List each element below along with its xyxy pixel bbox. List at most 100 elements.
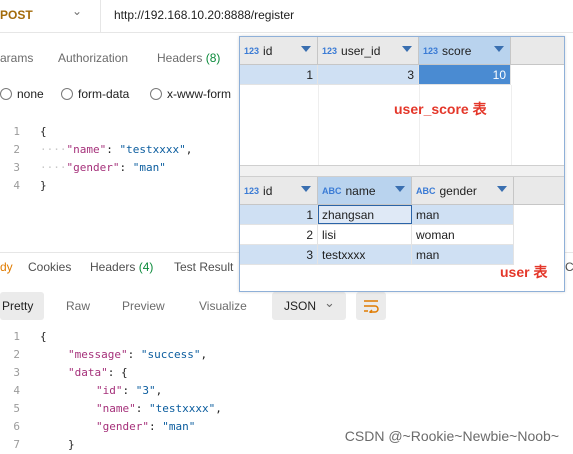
chevron-down-icon[interactable]: ⌄	[72, 4, 82, 18]
tab-label: arams	[0, 51, 34, 65]
pretty-button[interactable]: Pretty	[2, 299, 33, 313]
column-label: score	[442, 43, 472, 58]
code-line: ····"name": "testxxxx",	[40, 143, 193, 156]
table-cell[interactable]: man	[412, 245, 514, 264]
table-cell[interactable]: 3	[318, 65, 419, 84]
tab-count: (8)	[205, 51, 221, 65]
table-cell[interactable]: woman	[412, 225, 514, 244]
tab-cookies[interactable]: Cookies	[28, 260, 71, 274]
table-cell[interactable]: man	[412, 205, 514, 224]
numeric-type-icon: 123	[423, 45, 439, 56]
tab-authorization[interactable]: Authorization	[58, 51, 128, 65]
table-cell[interactable]: 1	[240, 205, 318, 224]
radio-form-data[interactable]: form-data	[61, 87, 129, 101]
sort-arrow-icon[interactable]	[494, 46, 504, 52]
line-number: 3	[13, 366, 20, 379]
table-row[interactable]: 1 zhangsan man	[240, 205, 514, 225]
column-header-name[interactable]: ABC name	[318, 177, 412, 204]
table-caption: user 表	[500, 264, 548, 280]
code-line: "message": "success",	[68, 348, 208, 361]
json-key: "gender"	[96, 420, 149, 433]
tab-response-headers[interactable]: Headers (4)	[90, 260, 153, 274]
radio-none[interactable]: none	[0, 87, 44, 101]
text-type-icon: ABC	[416, 185, 436, 196]
code-brace: }	[68, 438, 75, 451]
url-input[interactable]: http://192.168.10.20:8888/register	[114, 8, 294, 22]
column-header-score[interactable]: 123 score	[419, 37, 511, 64]
column-header-id[interactable]: 123 id	[240, 37, 318, 64]
tab-cut-off[interactable]: C	[565, 260, 573, 274]
radio-label: none	[17, 87, 44, 101]
json-key: "id"	[96, 384, 123, 397]
table-row[interactable]: 3 testxxxx man	[240, 245, 514, 265]
line-number: 5	[13, 402, 20, 415]
tab-params[interactable]: arams	[0, 51, 33, 65]
sort-arrow-icon[interactable]	[301, 186, 311, 192]
json-value: "success"	[140, 348, 201, 361]
json-value: "man"	[162, 420, 196, 433]
column-header-gender[interactable]: ABC gender	[412, 177, 514, 204]
wrap-lines-button[interactable]	[356, 292, 386, 320]
column-label: user_id	[341, 43, 381, 58]
code-line: "gender": "man"	[96, 420, 196, 433]
table-cell-focused[interactable]: zhangsan	[318, 205, 412, 224]
sort-arrow-icon[interactable]	[497, 186, 507, 192]
tab-label: Authorization	[58, 51, 129, 65]
empty-grid-area	[240, 85, 564, 165]
code-brace: {	[40, 125, 47, 138]
code-brace: }	[40, 179, 47, 192]
tab-headers[interactable]: Headers (8)	[157, 51, 220, 65]
sort-arrow-icon[interactable]	[395, 186, 405, 192]
tab-body[interactable]: dy	[0, 260, 13, 274]
visualize-button[interactable]: Visualize	[199, 299, 247, 313]
table-row[interactable]: 2 lisi woman	[240, 225, 514, 245]
radio-label: x-www-form	[167, 87, 231, 101]
language-select[interactable]: JSON ⌄	[272, 292, 346, 320]
sort-arrow-icon[interactable]	[301, 46, 311, 52]
tab-test-results[interactable]: Test Result	[174, 260, 233, 274]
line-number: 4	[13, 179, 20, 192]
table-cell-selected[interactable]: 10	[419, 65, 511, 84]
watermark: CSDN @~Rookie~Newbie~Noob~	[344, 428, 559, 444]
table-cell[interactable]: 3	[240, 245, 318, 264]
line-number: 6	[13, 420, 20, 433]
numeric-type-icon: 123	[322, 45, 338, 56]
sort-arrow-icon[interactable]	[402, 46, 412, 52]
user-header: 123 id ABC name ABC gender	[240, 177, 564, 205]
db-table-panel: 123 id 123 user_id 123 score 1 3 10 user…	[239, 36, 565, 292]
code-line: "id": "3",	[96, 384, 163, 397]
raw-button[interactable]: Raw	[66, 299, 90, 313]
line-number: 2	[13, 143, 20, 156]
radio-circle-icon	[0, 88, 12, 100]
numeric-type-icon: 123	[244, 45, 260, 56]
column-header-user-id[interactable]: 123 user_id	[318, 37, 419, 64]
radio-label: form-data	[78, 87, 130, 101]
json-key: "data"	[68, 366, 108, 379]
column-label: id	[263, 43, 273, 58]
table-cell[interactable]: 2	[240, 225, 318, 244]
radio-x-www-form-urlencoded[interactable]: x-www-form	[150, 87, 231, 101]
tab-label: Headers	[157, 51, 203, 65]
chevron-down-icon: ⌄	[324, 295, 335, 310]
method-select[interactable]: POST	[0, 8, 33, 22]
json-value: "testxxxx"	[119, 143, 186, 156]
json-key: "name"	[66, 143, 107, 156]
preview-button[interactable]: Preview	[122, 299, 165, 313]
table-row[interactable]: 1 3 10	[240, 65, 511, 85]
column-header-id[interactable]: 123 id	[240, 177, 318, 204]
table-cell[interactable]: testxxxx	[318, 245, 412, 264]
line-number: 3	[13, 161, 20, 174]
panel-splitter[interactable]	[240, 165, 564, 177]
column-label: name	[345, 183, 376, 198]
divider	[100, 0, 101, 32]
line-number: 1	[13, 125, 20, 138]
column-label: gender	[439, 183, 477, 198]
radio-circle-icon	[150, 88, 162, 100]
json-key: "message"	[68, 348, 128, 361]
table-cell[interactable]: 1	[240, 65, 318, 84]
table-cell[interactable]: lisi	[318, 225, 412, 244]
text-type-icon: ABC	[322, 185, 342, 196]
numeric-type-icon: 123	[244, 185, 260, 196]
column-label: id	[263, 183, 273, 198]
line-number: 4	[13, 384, 20, 397]
